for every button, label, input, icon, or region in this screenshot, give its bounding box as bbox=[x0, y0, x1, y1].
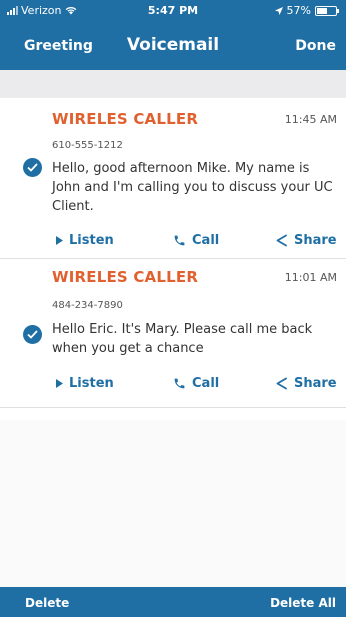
share-icon bbox=[276, 234, 287, 247]
play-icon bbox=[56, 379, 63, 388]
status-bar: Verizon 5:47 PM 57% bbox=[0, 0, 346, 22]
voicemail-list: WIRELES CALLER 11:45 AM 610-555-1212 Hel… bbox=[0, 98, 346, 408]
location-arrow-icon bbox=[274, 6, 283, 15]
caller-number: 484-234-7890 bbox=[52, 300, 123, 311]
call-label: Call bbox=[192, 233, 220, 248]
delete-button[interactable]: Delete bbox=[25, 596, 69, 610]
share-button[interactable]: Share bbox=[275, 233, 337, 248]
app-header: Verizon 5:47 PM 57% Greeting Voicemail D… bbox=[0, 0, 346, 70]
call-label: Call bbox=[192, 376, 220, 391]
voicemail-actions: Listen Call Share bbox=[0, 233, 346, 253]
listen-label: Listen bbox=[69, 376, 114, 391]
check-icon[interactable] bbox=[23, 325, 42, 344]
voicemail-time: 11:01 AM bbox=[284, 271, 337, 284]
phone-icon bbox=[174, 378, 185, 389]
listen-label: Listen bbox=[69, 233, 114, 248]
delete-all-button[interactable]: Delete All bbox=[270, 596, 336, 610]
empty-area bbox=[0, 420, 346, 587]
caller-number: 610-555-1212 bbox=[52, 140, 123, 151]
voicemail-transcript: Hello Eric. It's Mary. Please call me ba… bbox=[52, 322, 313, 356]
listen-button[interactable]: Listen bbox=[56, 233, 114, 248]
navigation-bar: Greeting Voicemail Done bbox=[0, 28, 346, 64]
play-icon bbox=[56, 236, 63, 245]
caller-name: WIRELES CALLER bbox=[52, 110, 199, 128]
header-spacer bbox=[0, 70, 346, 98]
voicemail-actions: Listen Call Share bbox=[0, 376, 346, 396]
battery-icon bbox=[315, 5, 339, 16]
status-right: 57% bbox=[274, 4, 339, 17]
share-label: Share bbox=[294, 233, 337, 248]
share-button[interactable]: Share bbox=[275, 376, 337, 391]
share-label: Share bbox=[294, 376, 337, 391]
listen-button[interactable]: Listen bbox=[56, 376, 114, 391]
call-button[interactable]: Call bbox=[173, 233, 219, 248]
check-icon[interactable] bbox=[23, 158, 42, 177]
phone-icon bbox=[174, 235, 185, 246]
battery-percent: 57% bbox=[286, 4, 311, 17]
voicemail-transcript: Hello, good afternoon Mike. My name is J… bbox=[52, 161, 333, 214]
done-button[interactable]: Done bbox=[295, 38, 336, 54]
voicemail-item[interactable]: WIRELES CALLER 11:01 AM 484-234-7890 Hel… bbox=[0, 259, 346, 408]
voicemail-item[interactable]: WIRELES CALLER 11:45 AM 610-555-1212 Hel… bbox=[0, 98, 346, 259]
battery-fill bbox=[317, 7, 328, 14]
bottom-toolbar: Delete Delete All bbox=[0, 587, 346, 617]
caller-name: WIRELES CALLER bbox=[52, 268, 199, 286]
voicemail-time: 11:45 AM bbox=[284, 113, 337, 126]
call-button[interactable]: Call bbox=[173, 376, 219, 391]
page-title: Voicemail bbox=[126, 35, 220, 55]
share-icon bbox=[276, 377, 287, 390]
